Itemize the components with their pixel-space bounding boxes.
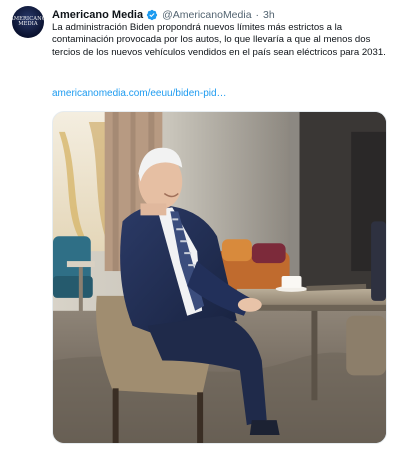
tweet-timestamp[interactable]: 3h bbox=[263, 9, 275, 21]
tweet-card[interactable]: AMERICANO MEDIA Americano Media @America… bbox=[0, 0, 406, 451]
avatar[interactable]: AMERICANO MEDIA bbox=[12, 6, 44, 38]
verified-badge-icon bbox=[146, 9, 158, 21]
photo-image bbox=[53, 112, 386, 443]
avatar-logo-text: AMERICANO MEDIA bbox=[12, 15, 44, 27]
account-name[interactable]: Americano Media bbox=[52, 9, 143, 21]
tweet-photo[interactable] bbox=[52, 111, 387, 444]
account-handle[interactable]: @AmericanoMedia bbox=[162, 9, 251, 21]
article-link[interactable]: americanomedia.com/eeuu/biden-pid… bbox=[52, 88, 227, 99]
tweet-header: Americano Media @AmericanoMedia · 3h bbox=[52, 7, 275, 23]
separator-dot: · bbox=[255, 9, 260, 21]
tweet-text: La administración Biden propondrá nuevos… bbox=[52, 22, 386, 58]
